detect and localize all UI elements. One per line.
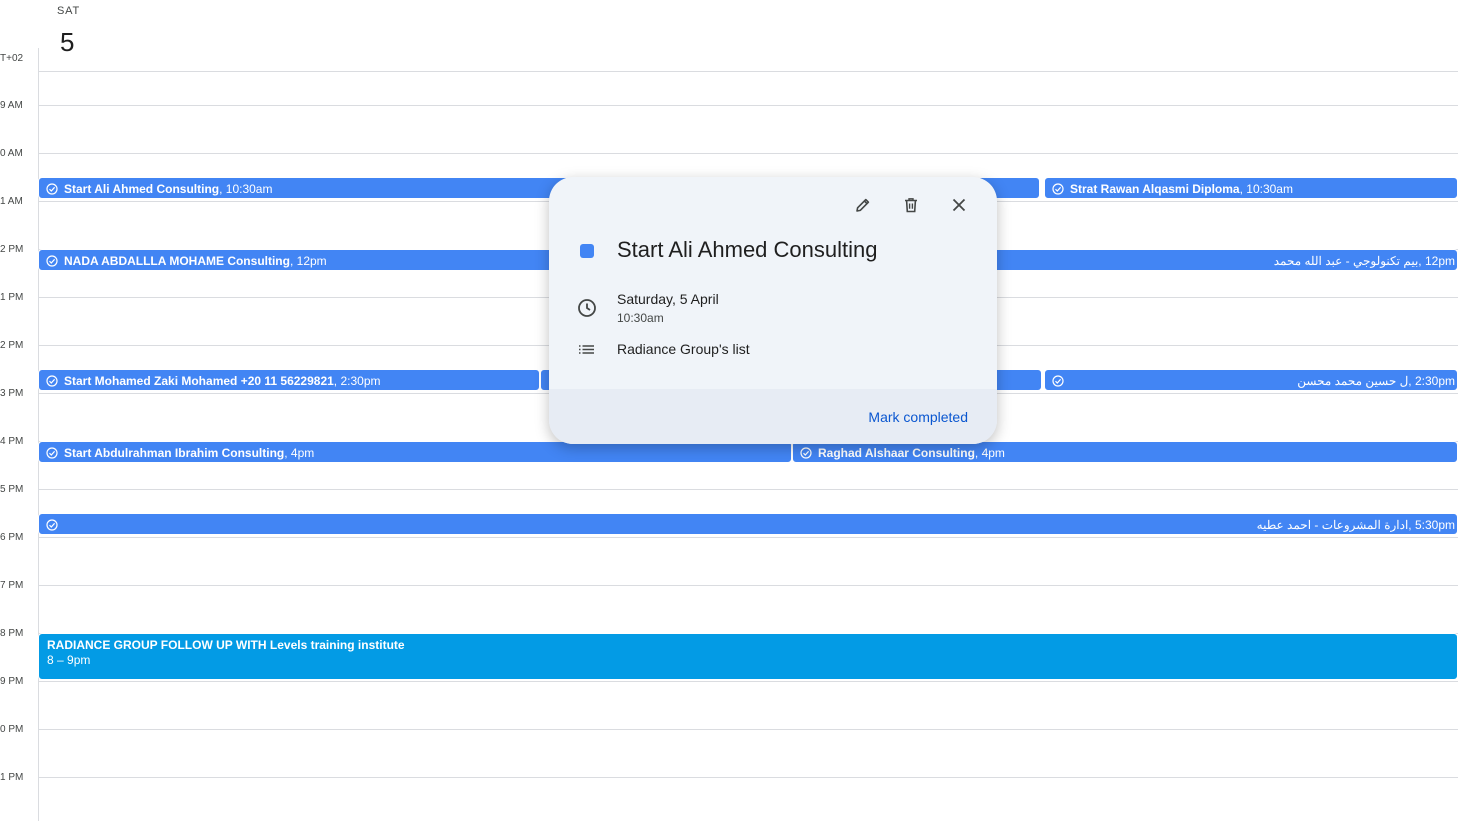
popover-footer: Mark completed (549, 389, 997, 444)
header-divider (38, 71, 1458, 72)
task-check-icon (46, 183, 58, 195)
delete-button[interactable] (891, 193, 931, 217)
event-title-arabic: 12pm ,بيم تكنولوجي - عبد الله محمد (1273, 254, 1455, 268)
time-label: 0 PM (0, 724, 24, 735)
close-button[interactable] (939, 193, 979, 217)
task-check-icon (1052, 183, 1064, 195)
task-event-raghad-alshaar[interactable]: Raghad Alshaar Consulting, 4pm (792, 441, 1458, 463)
calendar-event-radiance-follow-up[interactable]: RADIANCE GROUP FOLLOW UP WITH Levels tra… (38, 633, 1458, 680)
event-time: 2:30pm (340, 374, 381, 388)
task-list-icon (579, 345, 594, 354)
event-time: 4pm (981, 446, 1005, 460)
popover-actions (843, 193, 979, 217)
task-event-hussein-mohamed[interactable]: 2:30pm ,ل حسين محمد محسن (1044, 369, 1458, 391)
time-gutter-divider (38, 48, 39, 821)
hour-line (38, 489, 1458, 490)
event-color-swatch (580, 244, 594, 258)
task-event-abdulrahman-ibrahim[interactable]: Start Abdulrahman Ibrahim Consulting, 4p… (38, 441, 792, 463)
event-title: RADIANCE GROUP FOLLOW UP WITH Levels tra… (47, 638, 405, 652)
event-title: Strat Rawan Alqasmi Diploma (1070, 182, 1240, 196)
task-event-rawan-alqasmi[interactable]: Strat Rawan Alqasmi Diploma, 10:30am (1044, 177, 1458, 199)
task-check-icon (46, 375, 58, 387)
hour-line (38, 777, 1458, 778)
time-label: 6 PM (0, 532, 24, 543)
event-time: 10:30am (225, 182, 273, 196)
popover-task-list: Radiance Group's list (617, 341, 750, 357)
task-check-icon (46, 447, 58, 459)
task-check-icon (46, 255, 58, 267)
close-icon (952, 198, 966, 212)
event-time: 12pm (296, 254, 327, 268)
timezone-label: T+02 (0, 53, 24, 64)
task-event-mohamed-zaki[interactable]: Start Mohamed Zaki Mohamed +20 11 562298… (38, 369, 540, 391)
clock-icon (578, 299, 596, 317)
event-title-arabic: 2:30pm ,ل حسين محمد محسن (1297, 374, 1455, 388)
event-title: Start Mohamed Zaki Mohamed +20 11 562298… (64, 374, 334, 388)
event-title: Start Ali Ahmed Consulting (64, 182, 220, 196)
task-check-icon (800, 447, 812, 459)
day-of-week: SAT (57, 5, 80, 17)
time-label: 1 PM (0, 292, 24, 303)
hour-line (38, 105, 1458, 106)
hour-line (38, 585, 1458, 586)
time-label: 4 PM (0, 436, 24, 447)
day-number[interactable]: 5 (60, 27, 74, 58)
time-label: 9 PM (0, 676, 24, 687)
task-check-icon (1052, 375, 1064, 387)
time-label: 1 AM (0, 196, 23, 207)
event-details-popover: Start Ali Ahmed Consulting Saturday, 5 A… (549, 177, 997, 444)
time-label: 0 AM (0, 148, 23, 159)
time-label: 2 PM (0, 244, 24, 255)
event-time: 4pm (290, 446, 315, 460)
event-title-arabic: 5:30pm ,ادارة المشروعات - احمد عطيه (1256, 518, 1455, 532)
time-label: 8 PM (0, 628, 24, 639)
event-title: NADA ABDALLLA MOHAME Consulting (64, 254, 290, 268)
time-label: 2 PM (0, 340, 24, 351)
hour-line (38, 729, 1458, 730)
task-check-icon (46, 519, 58, 531)
pencil-icon (856, 198, 870, 212)
hour-line (38, 537, 1458, 538)
time-label: 9 AM (0, 100, 23, 111)
day-header: SAT 5 T+02 (0, 0, 1458, 72)
popover-date: Saturday, 5 April (617, 291, 719, 307)
time-label: 5 PM (0, 484, 24, 495)
hour-line (38, 153, 1458, 154)
event-title: Raghad Alshaar Consulting (818, 446, 975, 460)
popover-time: 10:30am (617, 311, 664, 325)
event-time: 10:30am (1246, 182, 1293, 196)
edit-button[interactable] (843, 193, 883, 217)
time-label: 7 PM (0, 580, 24, 591)
task-event-project-management[interactable]: 5:30pm ,ادارة المشروعات - احمد عطيه (38, 513, 1458, 535)
time-label: 1 PM (0, 772, 24, 783)
popover-title: Start Ali Ahmed Consulting (617, 237, 878, 262)
event-time: 8 – 9pm (47, 653, 91, 667)
mark-completed-button[interactable]: Mark completed (868, 409, 968, 425)
time-label: 3 PM (0, 388, 24, 399)
trash-icon (905, 198, 917, 213)
hour-line (38, 681, 1458, 682)
event-title: Start Abdulrahman Ibrahim Consulting (64, 446, 285, 460)
